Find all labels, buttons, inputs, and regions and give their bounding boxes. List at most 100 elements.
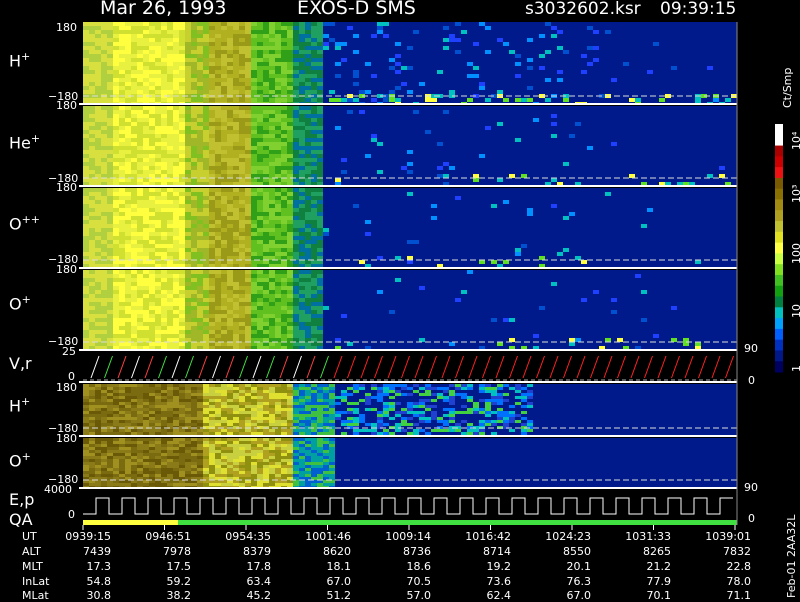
table-cell-mlt: 17.8 (219, 560, 271, 573)
table-cell-ut: 0954:35 (219, 530, 271, 543)
right-scale-0b: 0 (748, 512, 755, 525)
table-cell-inlat: 73.6 (459, 575, 511, 588)
panel-label-vr: V,r (9, 354, 32, 373)
table-cell-alt: 7978 (139, 545, 191, 558)
panel-label-h2: H+ (9, 395, 30, 415)
table-cell-inlat: 70.5 (379, 575, 431, 588)
table-cell-mlt: 18.1 (299, 560, 351, 573)
panel-label-he: He+ (9, 132, 40, 152)
right-scale-90b: 90 (744, 481, 758, 494)
table-cell-ut: 1031:33 (619, 530, 671, 543)
colorbar-swatch (775, 297, 783, 308)
panel-label-o3: O+ (9, 450, 31, 470)
colorbar-swatch (775, 275, 783, 286)
tick-top: 180 (56, 381, 77, 394)
table-cell-mlt: 17.3 (59, 560, 111, 573)
table-cell-mlat: 45.2 (219, 589, 271, 602)
colorbar-swatch (775, 221, 783, 232)
table-cell-mlat: 57.0 (379, 589, 431, 602)
tick-top: 180 (56, 181, 77, 194)
table-cell-inlat: 54.8 (59, 575, 111, 588)
colorbar-unit: Ct/Smp (781, 68, 794, 108)
colorbar-swatch (775, 361, 783, 372)
colorbar-swatch (775, 340, 783, 351)
table-cell-mlat: 62.4 (459, 589, 511, 602)
tick-bottom: 0 (68, 508, 75, 521)
table-cell-inlat: 67.0 (299, 575, 351, 588)
colorbar-swatch (775, 167, 783, 178)
colorbar-tick-10: 10 (790, 304, 800, 318)
table-cell-inlat: 77.9 (619, 575, 671, 588)
tick-top: 180 (56, 263, 77, 276)
table-cell-ut: 1009:14 (379, 530, 431, 543)
colorbar-tick-1e3: 10³ (790, 185, 800, 203)
qa-label: QA (9, 510, 33, 529)
row-label-alt: ALT (22, 545, 41, 558)
colorbar-tick-1e4: 10⁴ (790, 132, 800, 150)
table-cell-mlt: 22.8 (699, 560, 751, 573)
right-scale-90: 90 (744, 342, 758, 355)
table-cell-mlt: 17.5 (139, 560, 191, 573)
panel-ep (83, 490, 737, 522)
colorbar-swatch (775, 264, 783, 275)
row-label-mlt: MLT (22, 560, 43, 573)
table-cell-mlt: 18.6 (379, 560, 431, 573)
table-cell-alt: 8714 (459, 545, 511, 558)
row-label-inlat: InLat (22, 575, 49, 588)
table-cell-ut: 1024:23 (539, 530, 591, 543)
table-cell-mlat: 30.8 (59, 589, 111, 602)
tick-top: 25 (62, 345, 76, 358)
qa-bar-yellow (83, 520, 178, 525)
tick-top: 4000 (44, 483, 72, 496)
tick-top: 180 (56, 99, 77, 112)
colorbar-swatch (775, 124, 783, 135)
table-cell-mlat: 67.0 (539, 589, 591, 602)
table-cell-alt: 8620 (299, 545, 351, 558)
table-cell-mlat: 38.2 (139, 589, 191, 602)
colorbar-swatch (775, 199, 783, 210)
table-cell-ut: 0939:15 (59, 530, 111, 543)
colorbar-swatch (775, 286, 783, 297)
colorbar-swatch (775, 178, 783, 189)
table-cell-mlat: 71.1 (699, 589, 751, 602)
table-cell-mlt: 20.1 (539, 560, 591, 573)
colorbar-swatch (775, 329, 783, 340)
colorbar-swatch (775, 189, 783, 200)
table-cell-inlat: 59.2 (139, 575, 191, 588)
table-cell-inlat: 78.0 (699, 575, 751, 588)
right-scale-0: 0 (748, 374, 755, 387)
table-cell-alt: 8736 (379, 545, 431, 558)
table-cell-alt: 8550 (539, 545, 591, 558)
panel-label-h: H+ (9, 50, 30, 70)
qa-bar-green (178, 520, 737, 525)
colorbar-swatch (775, 350, 783, 361)
table-cell-inlat: 76.3 (539, 575, 591, 588)
table-cell-ut: 0946:51 (139, 530, 191, 543)
table-cell-inlat: 63.4 (219, 575, 271, 588)
table-cell-mlat: 51.2 (299, 589, 351, 602)
table-cell-alt: 8265 (619, 545, 671, 558)
footer-id: Feb-01 2AA32L (785, 515, 798, 598)
row-label-ut: UT (22, 530, 37, 543)
table-cell-mlt: 19.2 (459, 560, 511, 573)
colorbar-swatch (775, 156, 783, 167)
panel-label-ep: E,p (9, 490, 34, 509)
colorbar-tick-1: 1 (790, 365, 800, 372)
table-cell-mlt: 21.2 (619, 560, 671, 573)
table-cell-mlat: 70.1 (619, 589, 671, 602)
panel-label-o2: O++ (9, 213, 40, 233)
colorbar-swatch (775, 146, 783, 157)
spectrogram-canvas (0, 0, 800, 600)
table-cell-ut: 1039:01 (699, 530, 751, 543)
table-cell-ut: 1016:42 (459, 530, 511, 543)
tick-top: 180 (56, 432, 77, 445)
colorbar-tick-100: 100 (790, 243, 800, 264)
colorbar-swatch (775, 232, 783, 243)
table-cell-ut: 1001:46 (299, 530, 351, 543)
row-label-mlat: MLat (22, 589, 49, 602)
colorbar-swatch (775, 210, 783, 221)
table-cell-alt: 7439 (59, 545, 111, 558)
colorbar-swatch (775, 318, 783, 329)
colorbar-swatch (775, 307, 783, 318)
table-cell-alt: 7832 (699, 545, 751, 558)
